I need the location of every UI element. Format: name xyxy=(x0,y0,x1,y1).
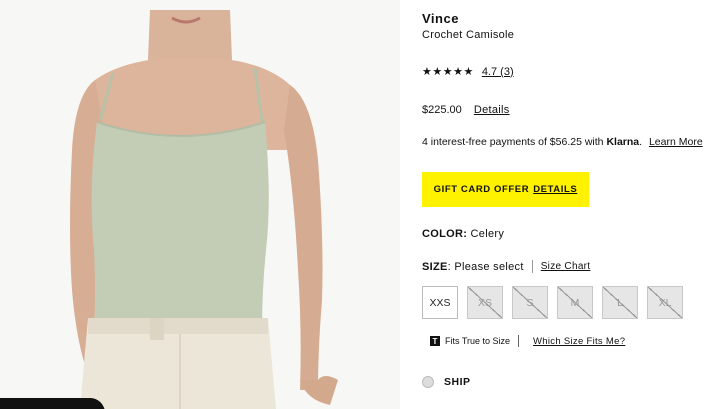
price-details-link[interactable]: Details xyxy=(474,104,510,116)
klarna-message: 4 interest-free payments of $56.25 with … xyxy=(422,136,703,148)
size-options: XXS XS S M L XL xyxy=(422,286,683,319)
klarna-learn-more-link[interactable]: Learn More xyxy=(649,136,703,148)
klarna-text: 4 interest-free payments of $56.25 with xyxy=(422,136,604,148)
size-label: SIZE xyxy=(422,260,448,273)
product-image[interactable] xyxy=(0,0,400,409)
star-rating-icon: ★★★★★ xyxy=(422,66,474,78)
size-prompt: : Please select xyxy=(447,260,524,273)
color-selector: COLOR: Celery xyxy=(422,228,504,240)
gift-card-details-link[interactable]: DETAILS xyxy=(533,184,577,195)
fit-text: Fits True to Size xyxy=(445,336,511,346)
size-option-m[interactable]: M xyxy=(557,286,593,319)
brand-name[interactable]: Vince xyxy=(422,11,459,26)
price-row: $225.00 Details xyxy=(422,104,510,116)
color-label: COLOR: xyxy=(422,228,468,240)
rating-row: ★★★★★ 4.7 (3) xyxy=(422,65,514,79)
reviews-link[interactable]: 4.7 (3) xyxy=(482,66,514,78)
size-option-xxs[interactable]: XXS xyxy=(422,286,458,319)
divider xyxy=(518,335,520,347)
true-fit-icon: T xyxy=(430,336,440,346)
ship-option[interactable]: SHIP xyxy=(422,376,471,388)
fit-info: T Fits True to Size Which Size Fits Me? xyxy=(430,335,625,347)
product-name: Crochet Camisole xyxy=(422,29,515,41)
floating-pill-button[interactable] xyxy=(0,398,105,409)
size-option-xs[interactable]: XS xyxy=(467,286,503,319)
klarna-period: . xyxy=(639,136,643,148)
size-chart-link[interactable]: Size Chart xyxy=(541,261,591,272)
price: $225.00 xyxy=(422,104,462,116)
ship-label: SHIP xyxy=(444,376,471,388)
size-option-xl[interactable]: XL xyxy=(647,286,683,319)
klarna-logo: Klarna xyxy=(606,136,640,148)
ship-radio-icon[interactable] xyxy=(422,376,434,388)
size-option-s[interactable]: S xyxy=(512,286,548,319)
model-photo xyxy=(0,0,400,409)
divider xyxy=(531,260,533,273)
size-header: SIZE: Please select Size Chart xyxy=(422,260,590,273)
gift-card-offer-button[interactable]: GIFT CARD OFFER DETAILS xyxy=(422,172,589,207)
size-option-l[interactable]: L xyxy=(602,286,638,319)
color-value: Celery xyxy=(470,228,505,240)
which-size-fits-link[interactable]: Which Size Fits Me? xyxy=(533,336,625,347)
gift-card-offer-label: GIFT CARD OFFER xyxy=(433,184,530,195)
